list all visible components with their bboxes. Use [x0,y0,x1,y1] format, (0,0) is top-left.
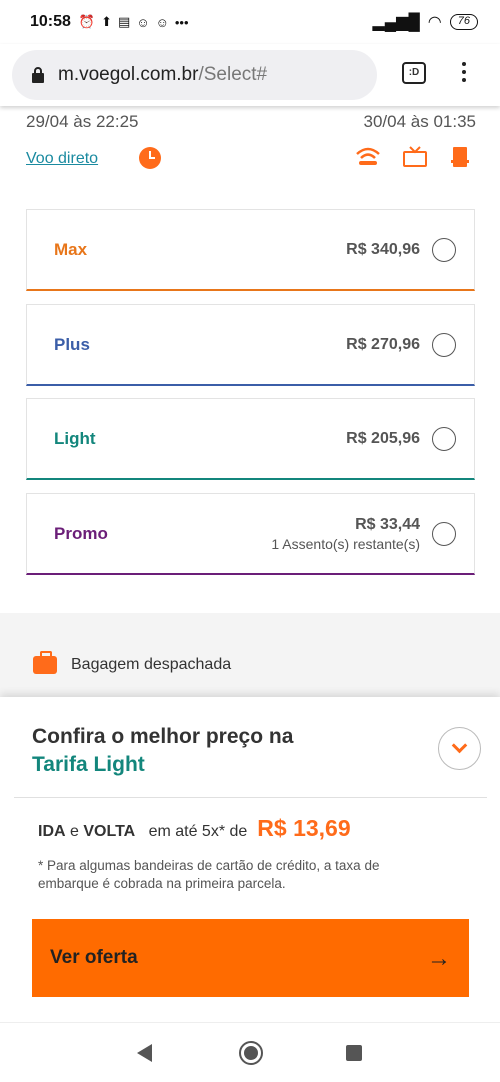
recents-icon[interactable] [346,1045,362,1061]
seats-remaining: 1 Assento(s) restante(s) [271,535,420,552]
status-time: 10:58 [30,13,71,30]
fare-radio-plus[interactable] [432,332,456,357]
fare-radio-promo[interactable] [432,521,456,546]
seat-amenity-icon [451,147,469,167]
fare-price: R$ 340,96 [346,241,420,259]
url-domain: m.voegol.com.br [58,64,199,85]
alarm-icon: ⏰ [78,14,96,29]
flight-times: 29/04 às 22:25 30/04 às 01:35 [26,112,476,132]
url-path: /Select# [198,64,268,85]
see-offer-button[interactable]: Ver oferta → [32,919,469,997]
departure-time: 29/04 às 22:25 [26,112,139,131]
status-icons: ⏰ ⬆ ▤ ☺ ☺ ••• [79,14,189,30]
notification-icon: ☺ [136,14,150,30]
browser-toolbar: m.voegol.com.br/Select# :D [0,44,500,106]
fare-radio-max[interactable] [432,237,456,262]
system-nav-bar [0,1022,500,1082]
fare-price-value: R$ 33,44 [355,515,420,533]
arrow-right-icon: → [427,945,451,972]
more-notifications-icon: ••• [174,14,189,30]
see-offer-label: Ver oferta [50,947,138,968]
fare-name: Promo [54,523,108,543]
fare-card-promo[interactable]: Promo R$ 33,44 1 Assento(s) restante(s) [26,493,475,575]
fare-price: R$ 205,96 [346,430,420,448]
notification-icon: ☺ [155,14,169,30]
fare-radio-light[interactable] [432,426,456,451]
offer-title: Confira o melhor preço na Tarifa Light [32,723,293,779]
fare-name: Light [54,428,96,448]
upload-icon: ⬆ [101,14,113,29]
fare-name: Plus [54,334,90,354]
wifi-icon: ◠ [427,14,442,31]
collapse-sheet-button[interactable] [438,727,481,770]
divider [14,797,487,798]
suitcase-icon [33,651,57,674]
home-icon[interactable] [239,1041,263,1065]
chevron-down-icon [451,737,468,754]
battery-icon: 76 [449,14,478,30]
and-label: e [70,823,79,840]
offer-title-highlight: Tarifa Light [32,753,145,776]
installment-text: em até 5x* de [148,823,248,840]
installment-line: IDA e VOLTA em até 5x* de R$ 13,69 [38,815,351,842]
fare-price-value: R$ 205,96 [346,429,420,447]
lock-icon [32,67,44,83]
fare-name: Max [54,239,88,259]
browser-menu-icon[interactable] [462,62,466,86]
fare-card-plus[interactable]: Plus R$ 270,96 [26,304,475,386]
back-icon[interactable] [137,1044,152,1062]
entertainment-amenity-icon [403,146,427,167]
volta-label: VOLTA [83,823,136,840]
installment-price: R$ 13,69 [257,815,351,841]
fare-price-value: R$ 340,96 [346,240,420,258]
offer-title-text: Confira o melhor preço na [32,725,294,748]
signal-icon: ▂▄▆█ [372,14,420,31]
fare-price: R$ 270,96 [346,336,420,354]
fare-price: R$ 33,44 1 Assento(s) restante(s) [271,516,420,552]
ida-label: IDA [38,823,66,840]
arrival-time: 30/04 às 01:35 [363,112,476,131]
fare-card-light[interactable]: Light R$ 205,96 [26,398,475,480]
wifi-amenity-icon [356,147,380,165]
installment-note: * Para algumas bandeiras de cartão de cr… [38,858,380,891]
message-icon: ▤ [118,14,131,29]
direct-flight-link[interactable]: Voo direto [26,150,98,168]
fare-card-max[interactable]: Max R$ 340,96 [26,209,475,291]
offer-sheet: Confira o melhor preço na Tarifa Light I… [0,697,500,1022]
status-right: ▂▄▆█ ◠ 76 [372,12,478,32]
clock-icon[interactable] [139,147,161,169]
tab-switcher-button[interactable]: :D [402,62,426,84]
status-bar: 10:58 ⏰ ⬆ ▤ ☺ ☺ ••• ▂▄▆█ ◠ 76 [0,0,500,44]
baggage-label: Bagagem despachada [71,656,232,673]
url-bar[interactable]: m.voegol.com.br/Select# [12,50,377,100]
fare-price-value: R$ 270,96 [346,335,420,353]
